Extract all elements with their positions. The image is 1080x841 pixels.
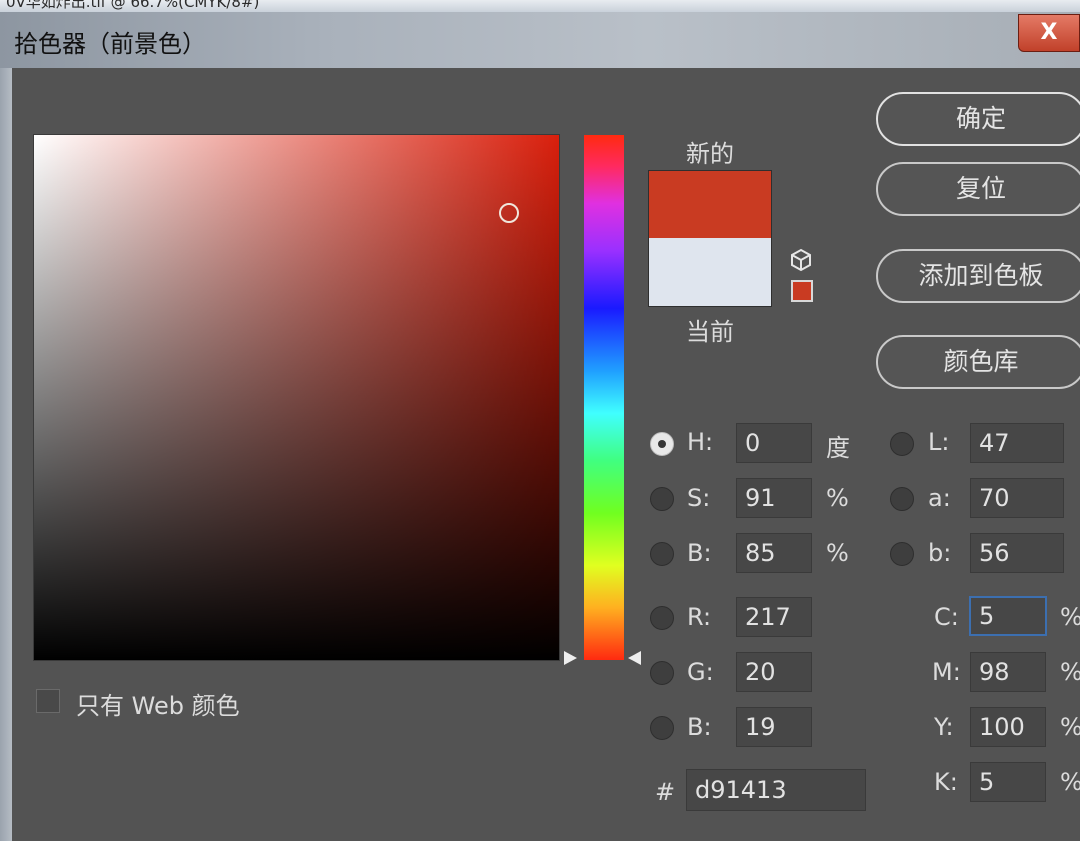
c-unit: % (1060, 603, 1080, 631)
h-unit: 度 (826, 434, 850, 462)
hue-slider-bar[interactable] (584, 135, 624, 660)
color-field[interactable] (34, 135, 559, 660)
k-unit: % (1060, 768, 1080, 796)
radio-lab-b[interactable] (890, 542, 914, 566)
m-input[interactable]: 98 (970, 652, 1046, 692)
current-color-swatch[interactable] (648, 238, 772, 307)
document-tab-title: 0V华如炸出.tif @ 66.7%(CMYK/8#) (6, 0, 260, 11)
new-color-swatch (648, 170, 772, 239)
radio-r[interactable] (650, 606, 674, 630)
k-input[interactable]: 5 (970, 762, 1046, 802)
r-input[interactable]: 217 (736, 597, 812, 637)
b-unit: % (826, 539, 849, 567)
g-input[interactable]: 20 (736, 652, 812, 692)
reset-button[interactable]: 复位 (876, 162, 1080, 216)
m-unit: % (1060, 658, 1080, 686)
dialog-title-bar: 拾色器（前景色） X (0, 12, 1080, 68)
h-label: H: (687, 428, 714, 456)
y-input[interactable]: 100 (970, 707, 1046, 747)
s-input[interactable]: 91 (736, 478, 812, 518)
color-field-marker[interactable] (499, 203, 519, 223)
b-label: B: (687, 539, 712, 567)
document-tab-strip: 0V华如炸出.tif @ 66.7%(CMYK/8#) (0, 0, 1080, 12)
color-libraries-button[interactable]: 颜色库 (876, 335, 1080, 389)
web-colors-only-label: 只有 Web 颜色 (76, 692, 240, 720)
add-to-swatches-button[interactable]: 添加到色板 (876, 249, 1080, 303)
hex-input[interactable]: d91413 (686, 769, 866, 811)
b-input[interactable]: 85 (736, 533, 812, 573)
y-label: Y: (934, 713, 954, 741)
dialog-title: 拾色器（前景色） (14, 30, 206, 58)
web-colors-only-checkbox[interactable] (36, 689, 60, 713)
l-label: L: (928, 428, 950, 456)
c-input[interactable]: 5 (969, 596, 1047, 636)
m-label: M: (932, 658, 961, 686)
ok-button[interactable]: 确定 (876, 92, 1080, 146)
radio-h[interactable] (650, 432, 674, 456)
r-label: R: (687, 603, 712, 631)
current-color-label: 当前 (686, 318, 734, 346)
radio-s[interactable] (650, 487, 674, 511)
radio-a[interactable] (890, 487, 914, 511)
c-label: C: (934, 603, 959, 631)
s-label: S: (687, 484, 711, 512)
s-unit: % (826, 484, 849, 512)
a-label: a: (928, 484, 951, 512)
close-icon: X (1040, 20, 1058, 45)
web-safe-swatch[interactable] (791, 280, 813, 302)
dialog-frame-left (0, 68, 12, 841)
rgb-b-label: B: (687, 713, 712, 741)
hue-slider-left-arrow-icon[interactable] (564, 651, 577, 665)
lab-b-input[interactable]: 56 (970, 533, 1064, 573)
y-unit: % (1060, 713, 1080, 741)
g-label: G: (687, 658, 714, 686)
radio-rgb-b[interactable] (650, 716, 674, 740)
l-input[interactable]: 47 (970, 423, 1064, 463)
k-label: K: (934, 768, 958, 796)
close-button[interactable]: X (1018, 14, 1080, 52)
new-color-label: 新的 (686, 140, 734, 168)
hex-label: # (655, 778, 676, 806)
a-input[interactable]: 70 (970, 478, 1064, 518)
cube-icon[interactable] (789, 248, 813, 272)
radio-l[interactable] (890, 432, 914, 456)
radio-g[interactable] (650, 661, 674, 685)
hue-slider-right-arrow-icon[interactable] (628, 651, 641, 665)
radio-b[interactable] (650, 542, 674, 566)
rgb-b-input[interactable]: 19 (736, 707, 812, 747)
h-input[interactable]: 0 (736, 423, 812, 463)
lab-b-label: b: (928, 539, 952, 567)
